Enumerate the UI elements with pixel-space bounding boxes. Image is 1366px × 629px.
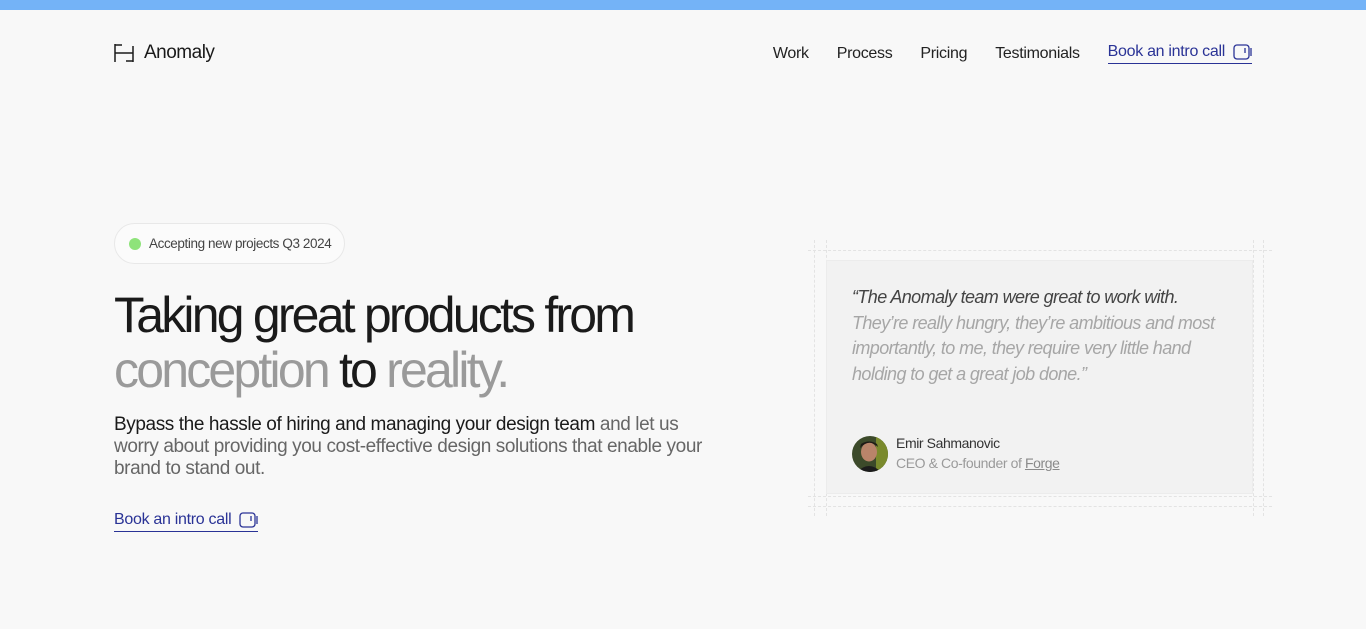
calendar-icon <box>1233 44 1252 60</box>
hero-title-conception: conception <box>114 342 331 398</box>
guide-line <box>808 496 1272 497</box>
author-name: Emir Sahmanovic <box>896 435 1000 451</box>
hero-title: Taking great products from conception to… <box>114 288 754 398</box>
nav-book-call-button[interactable]: Book an intro call <box>1107 43 1252 64</box>
testimonial-quote-strong: “The Anomaly team were great to work wit… <box>852 287 1179 307</box>
testimonial-quote: “The Anomaly team were great to work wit… <box>852 285 1232 387</box>
testimonial-quote-panel: “The Anomaly team were great to work wit… <box>826 260 1253 494</box>
hero-book-call-button[interactable]: Book an intro call <box>114 511 259 532</box>
anomaly-logo-icon <box>114 43 134 63</box>
hero-description: Bypass the hassle of hiring and managing… <box>114 414 714 480</box>
avatar <box>852 436 888 472</box>
author-company-link[interactable]: Forge <box>1025 455 1060 471</box>
testimonial-author: Emir Sahmanovic CEO & Co-founder of Forg… <box>852 434 1060 474</box>
guide-line <box>808 506 1272 507</box>
guide-line <box>814 240 815 516</box>
logo-link[interactable]: Anomaly <box>114 42 215 64</box>
nav-book-call-label: Book an intro call <box>1107 43 1226 60</box>
nav-link-process[interactable]: Process <box>837 45 893 63</box>
hero-title-line1: Taking great products from <box>114 287 636 343</box>
hero-book-call-label: Book an intro call <box>114 511 232 528</box>
hero-title-reality: reality. <box>386 342 510 398</box>
guide-line <box>1263 240 1264 516</box>
guide-line <box>808 250 1272 251</box>
availability-text: Accepting new projects Q3 2024 <box>149 236 332 251</box>
main-nav: Work Process Pricing Testimonials Book a… <box>773 43 1252 64</box>
brand-name: Anomaly <box>144 42 215 63</box>
author-role: CEO & Co-founder of Forge <box>896 453 1060 474</box>
author-role-text: CEO & Co-founder of <box>896 455 1022 471</box>
author-info: Emir Sahmanovic CEO & Co-founder of Forg… <box>896 434 1060 474</box>
calendar-icon <box>239 512 258 528</box>
availability-badge: Accepting new projects Q3 2024 <box>114 223 346 264</box>
top-accent-bar <box>0 0 1366 10</box>
guide-line <box>1253 240 1254 516</box>
testimonial-quote-rest: They’re really hungry, they’re ambitious… <box>852 312 1215 384</box>
nav-link-testimonials[interactable]: Testimonials <box>995 45 1080 63</box>
hero-title-to: to <box>338 342 378 398</box>
nav-link-work[interactable]: Work <box>773 45 809 63</box>
testimonial-card: “The Anomaly team were great to work wit… <box>808 240 1272 516</box>
status-dot-icon <box>129 237 141 250</box>
nav-link-pricing[interactable]: Pricing <box>920 45 967 63</box>
hero-description-strong: Bypass the hassle of hiring and managing… <box>114 414 596 435</box>
